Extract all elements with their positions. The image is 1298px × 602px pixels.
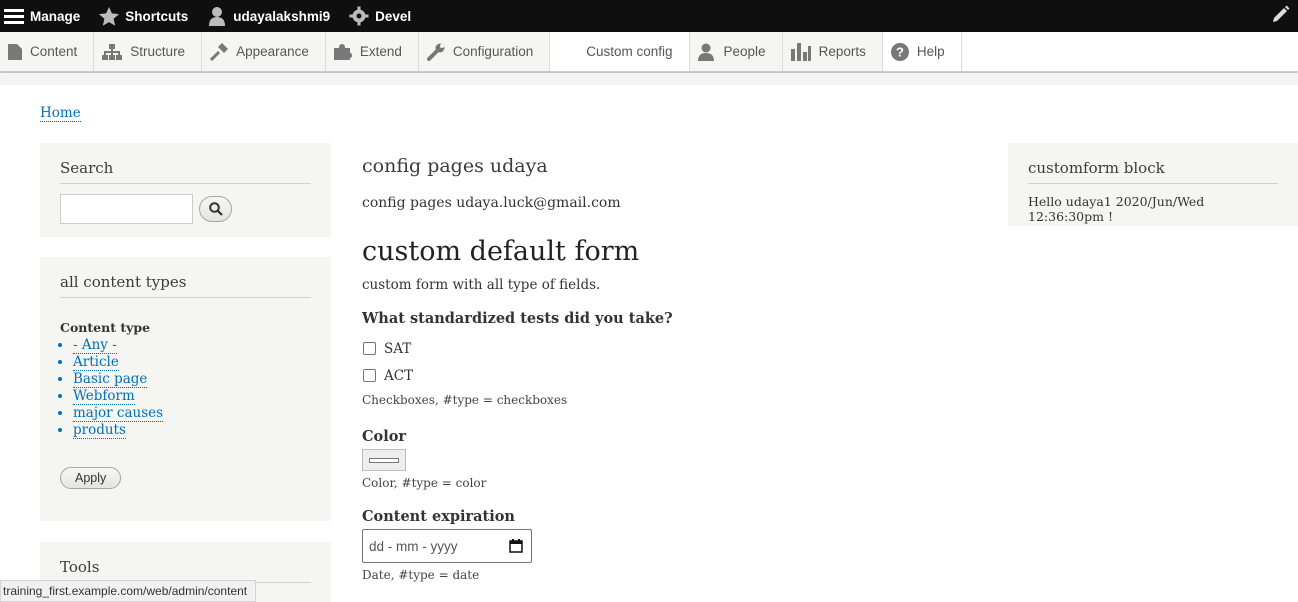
toolbar-devel-label: Devel	[375, 8, 412, 24]
act-option[interactable]: ACT	[362, 362, 962, 389]
tray-item-reports[interactable]: Reports	[782, 32, 883, 71]
act-label: ACT	[384, 367, 414, 384]
tray-item-extend[interactable]: Extend	[325, 32, 419, 71]
content-type-basic-page-link[interactable]: Basic page	[73, 371, 148, 388]
form-title: custom default form	[362, 236, 640, 267]
tray-item-label: Help	[916, 44, 945, 59]
svg-text:?: ?	[896, 44, 904, 59]
calendar-icon[interactable]	[509, 539, 523, 553]
content-type-article-link[interactable]: Article	[73, 354, 119, 371]
file-icon	[8, 43, 22, 60]
content-type-any-link[interactable]: - Any -	[73, 337, 117, 354]
tray-item-label: Extend	[359, 44, 402, 59]
list-item: major causes	[73, 405, 311, 422]
expiration-description: Date, #type = date	[362, 568, 480, 582]
tray-item-configuration[interactable]: Configuration	[418, 32, 551, 71]
act-checkbox[interactable]	[363, 369, 376, 382]
form-description: custom form with all type of fields.	[362, 277, 601, 293]
toolbar-manage-label: Manage	[30, 8, 81, 24]
content-types-title: all content types	[60, 273, 311, 298]
pencil-icon[interactable]	[1270, 5, 1290, 25]
color-description: Color, #type = color	[362, 476, 487, 490]
toolbar-shortcuts[interactable]: Shortcuts	[93, 0, 201, 32]
tray-item-appearance[interactable]: Appearance	[202, 32, 326, 71]
breadcrumb-home-link[interactable]: Home	[40, 105, 81, 122]
tests-title: What standardized tests did you take?	[362, 310, 673, 327]
admin-toolbar: Manage Shortcuts udayalakshmi9 Devel	[0, 0, 1298, 32]
config-text: config pages udaya.luck@gmail.com	[362, 195, 621, 211]
color-picker[interactable]	[362, 449, 406, 471]
tray-item-label: Appearance	[236, 44, 309, 59]
tray-item-content[interactable]: Content	[0, 32, 95, 71]
color-title: Color	[362, 428, 407, 445]
content-type-major-causes-link[interactable]: major causes	[73, 405, 164, 422]
tray-item-custom-config[interactable]: Custom config	[550, 32, 690, 71]
wrench-icon	[426, 43, 445, 61]
hamburger-icon	[4, 9, 24, 24]
status-url: training_first.example.com/web/admin/con…	[3, 584, 248, 598]
gear-icon	[349, 6, 369, 26]
breadcrumb: Home	[40, 105, 81, 122]
expiration-field: Content expiration dd - mm - yyyy Date, …	[362, 508, 962, 582]
admin-tray: Content Structure Appearance Extend Conf…	[0, 32, 1298, 72]
tests-fieldset: What standardized tests did you take? SA…	[362, 310, 962, 407]
search-input[interactable]	[60, 194, 193, 224]
status-url-bar: training_first.example.com/web/admin/con…	[0, 580, 257, 602]
expiration-date-input[interactable]: dd - mm - yyyy	[362, 529, 532, 563]
list-item: Webform	[73, 388, 311, 405]
people-icon	[697, 43, 714, 61]
search-block-title: Search	[60, 159, 311, 184]
toolbar-devel[interactable]: Devel	[343, 0, 424, 32]
content-type-produts-link[interactable]: produts	[73, 422, 126, 439]
content-types-block: all content types Content type - Any - A…	[40, 257, 331, 521]
search-block: Search	[40, 143, 331, 237]
tray-item-people[interactable]: People	[689, 32, 783, 71]
tests-description: Checkboxes, #type = checkboxes	[362, 393, 568, 407]
tray-item-label: People	[723, 44, 766, 59]
content-type-webform-link[interactable]: Webform	[73, 388, 135, 405]
help-icon: ?	[890, 42, 909, 61]
expiration-title: Content expiration	[362, 508, 515, 525]
config-title: config pages udaya	[362, 155, 548, 177]
color-swatch	[369, 457, 399, 463]
sat-option[interactable]: SAT	[362, 335, 962, 362]
tray-item-label: Structure	[130, 44, 186, 59]
puzzle-icon	[333, 43, 352, 60]
tray-item-label: Configuration	[452, 44, 534, 59]
date-placeholder: dd - mm - yyyy	[369, 538, 458, 554]
tray-item-label: Custom config	[586, 44, 673, 59]
search-button[interactable]	[199, 196, 232, 222]
toolbar-user-label: udayalakshmi9	[233, 8, 331, 24]
tray-item-label: Content	[30, 44, 78, 59]
customform-block-text: Hello udaya1 2020/Jun/Wed 12:36:30pm !	[1028, 194, 1205, 224]
list-item: Article	[73, 354, 311, 371]
main-content: config pages udaya config pages udaya.lu…	[362, 155, 962, 582]
list-item: Basic page	[73, 371, 311, 388]
toolbar-shadow-strip	[0, 73, 1298, 85]
sat-checkbox[interactable]	[363, 342, 376, 355]
toolbar-manage[interactable]: Manage	[0, 0, 93, 32]
color-field: Color Color, #type = color	[362, 428, 962, 490]
tray-item-structure[interactable]: Structure	[94, 32, 203, 71]
search-icon	[208, 202, 223, 216]
content-type-list: - Any - Article Basic page Webform major…	[60, 337, 311, 439]
bar-chart-icon	[790, 42, 811, 61]
content-type-label: Content type	[60, 320, 151, 335]
customform-block: customform block Hello udaya1 2020/Jun/W…	[1008, 143, 1298, 226]
sat-label: SAT	[384, 340, 412, 357]
list-item: - Any -	[73, 337, 311, 354]
toolbar-shortcuts-label: Shortcuts	[125, 8, 189, 24]
list-item: produts	[73, 422, 311, 439]
user-icon	[209, 7, 226, 26]
tray-item-help[interactable]: ? Help	[883, 32, 962, 71]
apply-button[interactable]: Apply	[60, 467, 122, 489]
star-icon	[99, 6, 120, 26]
brush-icon	[210, 42, 229, 61]
structure-icon	[102, 43, 123, 60]
toolbar-user[interactable]: udayalakshmi9	[201, 0, 343, 32]
customform-block-title: customform block	[1028, 159, 1278, 184]
tray-item-label: Reports	[818, 44, 866, 59]
